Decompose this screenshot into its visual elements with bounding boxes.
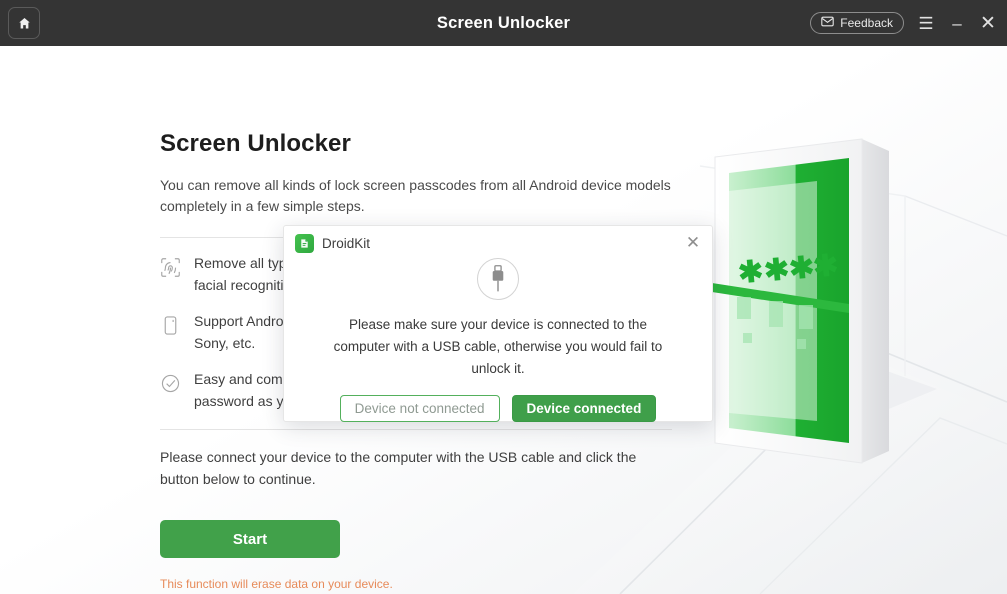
main-stage: ✱ ✱ ✱ ✱ Screen Unlocker You can remove a…: [0, 46, 1007, 594]
droidkit-logo-icon: [295, 234, 314, 253]
feedback-label: Feedback: [840, 16, 893, 30]
device-not-connected-button[interactable]: Device not connected: [339, 395, 500, 422]
feedback-button[interactable]: Feedback: [810, 12, 904, 34]
title-bar: Screen Unlocker Feedback ☰ – ✕: [0, 0, 1007, 46]
dialog-close-icon[interactable]: ✕: [683, 232, 703, 252]
connect-instructions: Please connect your device to the comput…: [160, 449, 637, 487]
phone-icon: [160, 310, 194, 341]
passcode-mask: ✱: [737, 255, 765, 290]
svg-text:✱: ✱: [812, 249, 840, 284]
start-button[interactable]: Start: [160, 520, 340, 558]
svg-text:✱: ✱: [763, 253, 791, 288]
usb-cable-icon: [477, 258, 519, 300]
divider-bottom: [160, 429, 672, 430]
check-circle-icon: [160, 368, 194, 399]
page-title: Screen Unlocker: [160, 130, 351, 157]
dialog-header: DroidKit ✕: [284, 226, 712, 258]
erase-warning: This function will erase data on your de…: [160, 577, 393, 591]
droidkit-dialog: DroidKit ✕ Please make sure your device …: [283, 225, 713, 422]
envelope-icon: [821, 16, 835, 30]
dialog-brand-label: DroidKit: [322, 236, 371, 251]
phone-illustration: ✱ ✱ ✱ ✱: [699, 138, 937, 464]
close-icon[interactable]: ✕: [979, 14, 997, 33]
fingerprint-icon: [160, 252, 194, 283]
dialog-message: Please make sure your device is connecte…: [333, 317, 663, 376]
dialog-icon-wrap: [284, 258, 712, 300]
hamburger-menu-icon[interactable]: ☰: [917, 14, 935, 32]
minimize-icon[interactable]: –: [948, 14, 966, 32]
window-controls: Feedback ☰ – ✕: [810, 0, 997, 46]
dialog-actions: Device not connected Device connected: [284, 395, 712, 422]
device-connected-button[interactable]: Device connected: [511, 395, 657, 422]
dialog-brand: DroidKit: [295, 234, 370, 253]
page-description: You can remove all kinds of lock screen …: [160, 177, 671, 214]
